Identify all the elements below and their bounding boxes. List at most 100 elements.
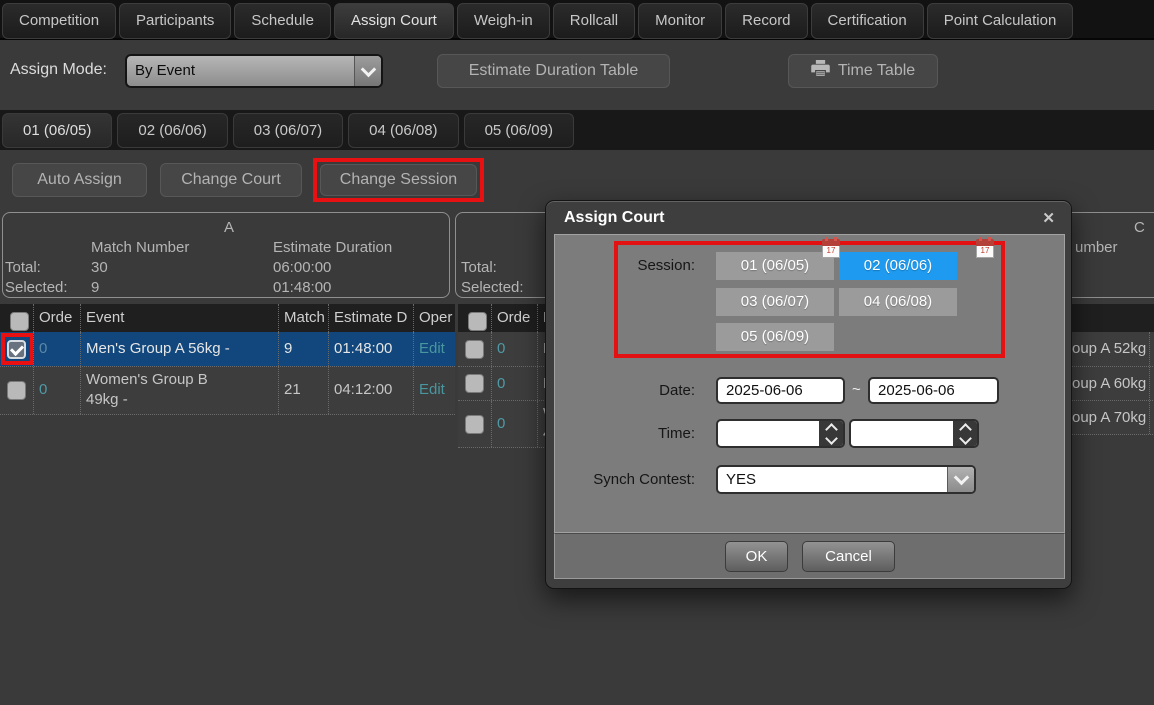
spinner-down-icon[interactable] [959, 432, 972, 445]
session-tab-04[interactable]: 04 (06/08) [348, 113, 458, 148]
session-button-03[interactable]: 03 (06/07) [716, 288, 834, 316]
header-event: Event [81, 304, 279, 332]
order-cell: 0 [492, 401, 538, 447]
cancel-button[interactable]: Cancel [802, 541, 895, 572]
event-cell: Women's Group B 49kg - [81, 367, 279, 414]
tab-competition[interactable]: Competition [2, 3, 116, 39]
date-to-input[interactable] [868, 377, 999, 404]
table-row-mens-group-a-56kg[interactable]: 0 Men's Group A 56kg - 9 01:48:00 Edit [0, 332, 455, 367]
duration-cell: 04:12:00 [329, 367, 414, 414]
row-checkbox[interactable] [465, 340, 484, 359]
session-label: Session: [575, 257, 695, 274]
checkbox-cell[interactable] [0, 367, 34, 414]
assign-mode-label: Assign Mode: [10, 61, 107, 79]
change-court-button[interactable]: Change Court [160, 163, 302, 197]
match-cell: 21 [279, 367, 329, 414]
header-oper: Oper [414, 304, 455, 332]
session-button-04[interactable]: 04 (06/08) [839, 288, 957, 316]
chevron-down-icon[interactable] [354, 56, 381, 86]
change-session-button[interactable]: Change Session [320, 164, 477, 196]
session-button-01[interactable]: 01 (06/05) [716, 252, 834, 280]
tab-schedule[interactable]: Schedule [234, 3, 331, 39]
time-spinner[interactable] [953, 421, 977, 446]
time-spinner[interactable] [819, 421, 843, 446]
time-from-input[interactable] [716, 419, 845, 448]
estimate-duration-table-button[interactable]: Estimate Duration Table [437, 54, 670, 88]
dialog-body: Session: 01 (06/05) 02 (06/06) 03 (06/07… [554, 234, 1065, 533]
printer-icon [811, 60, 830, 82]
assign-mode-select[interactable]: By Event [125, 54, 383, 88]
chevron-down-icon[interactable] [947, 467, 974, 492]
oper-cell: Edit [414, 332, 455, 366]
checkbox-cell[interactable] [0, 332, 34, 366]
date-range-separator: ~ [852, 381, 861, 398]
match-number-header-fragment: umber [1075, 239, 1118, 256]
header-checkbox-cell [458, 304, 492, 332]
row-checkbox[interactable] [7, 381, 26, 400]
assign-court-screen: Competition Participants Schedule Assign… [0, 0, 1154, 705]
row-checkbox[interactable] [465, 415, 484, 434]
time-table-button[interactable]: Time Table [788, 54, 938, 88]
estimate-duration-header: Estimate Duration [273, 239, 392, 256]
duration-cell: 01:48:00 [329, 332, 414, 366]
date-from-input[interactable] [716, 377, 845, 404]
session-button-05[interactable]: 05 (06/09) [716, 323, 834, 351]
checkbox-cell[interactable] [458, 367, 492, 400]
court-a-table-header: Orde Event Match Estimate D Oper [0, 304, 455, 332]
checkbox-cell[interactable] [458, 401, 492, 447]
total-label: Total: [5, 259, 41, 276]
tab-monitor[interactable]: Monitor [638, 3, 722, 39]
tab-rollcall[interactable]: Rollcall [553, 3, 635, 39]
estimate-duration-table-label: Estimate Duration Table [469, 62, 639, 80]
header-estimate: Estimate D [329, 304, 414, 332]
tab-assign-court[interactable]: Assign Court [334, 3, 454, 39]
order-cell: 0 [34, 332, 81, 366]
select-all-checkbox[interactable] [10, 312, 29, 331]
header-order: Orde [34, 304, 81, 332]
synch-contest-select[interactable]: YES [716, 465, 976, 494]
assign-mode-value: By Event [127, 56, 354, 86]
table-row-womens-group-b-49kg[interactable]: 0 Women's Group B 49kg - 21 04:12:00 Edi… [0, 367, 455, 415]
session-tab-03[interactable]: 03 (06/07) [233, 113, 343, 148]
close-icon[interactable]: ✕ [1042, 209, 1055, 227]
tab-point-calculation[interactable]: Point Calculation [927, 3, 1074, 39]
time-table-label: Time Table [838, 62, 915, 80]
checkbox-cell[interactable] [458, 332, 492, 366]
ok-button[interactable]: OK [725, 541, 788, 572]
tab-participants[interactable]: Participants [119, 3, 231, 39]
main-nav: Competition Participants Schedule Assign… [0, 0, 1154, 40]
spinner-down-icon[interactable] [825, 432, 838, 445]
tab-weigh-in[interactable]: Weigh-in [457, 3, 550, 39]
checkbox-highlight-box [1, 333, 34, 365]
selected-matches: 9 [91, 279, 99, 296]
oper-cell: Edit [414, 367, 455, 414]
synch-contest-value: YES [718, 467, 947, 492]
tab-certification[interactable]: Certification [811, 3, 924, 39]
court-c-label: C [1134, 219, 1145, 236]
session-tab-02[interactable]: 02 (06/06) [117, 113, 227, 148]
date-label: Date: [575, 382, 695, 399]
court-a-label: A [224, 219, 234, 236]
header-order: Orde [492, 304, 538, 332]
time-label: Time: [575, 425, 695, 442]
match-number-header: Match Number [91, 239, 189, 256]
session-tab-05[interactable]: 05 (06/09) [464, 113, 574, 148]
select-all-checkbox[interactable] [468, 312, 487, 331]
calendar-icon[interactable] [822, 239, 840, 258]
edit-link[interactable]: Edit [419, 340, 445, 357]
calendar-icon[interactable] [976, 239, 994, 258]
session-tab-01[interactable]: 01 (06/05) [2, 113, 112, 148]
tab-record[interactable]: Record [725, 3, 807, 39]
match-cell: 9 [279, 332, 329, 366]
order-cell: 0 [34, 367, 81, 414]
time-to-field[interactable] [851, 421, 953, 446]
auto-assign-button[interactable]: Auto Assign [12, 163, 147, 197]
total-matches: 30 [91, 259, 108, 276]
order-cell: 0 [492, 332, 538, 366]
time-to-input[interactable] [849, 419, 979, 448]
session-button-02[interactable]: 02 (06/06) [839, 252, 957, 280]
header-match: Match [279, 304, 329, 332]
row-checkbox[interactable] [465, 374, 484, 393]
time-from-field[interactable] [718, 421, 819, 446]
edit-link[interactable]: Edit [419, 381, 445, 398]
